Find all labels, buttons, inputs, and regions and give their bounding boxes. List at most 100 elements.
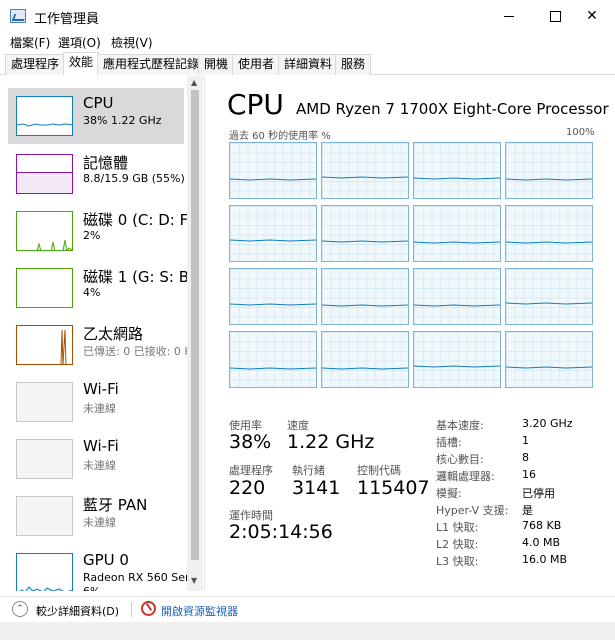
processes-label: 處理程序	[229, 464, 273, 477]
info-value: 已停用	[522, 487, 555, 500]
logical-processor-graph	[413, 142, 501, 199]
resource-wifi[interactable]: Wi-Fi 未連線	[8, 431, 184, 487]
memory-thumbnail-graph	[16, 154, 73, 194]
resource-name: 乙太網路	[83, 325, 144, 343]
tab-services[interactable]: 服務	[335, 54, 372, 75]
info-value: 768 KB	[522, 519, 562, 532]
resource-name: Wi-Fi	[83, 437, 119, 455]
tab-startup[interactable]: 開機	[198, 54, 235, 75]
scroll-up-arrow-icon[interactable]: ▲	[191, 78, 197, 87]
logical-processor-graphs	[229, 142, 593, 388]
cpu-thumbnail-graph	[16, 96, 73, 136]
resource-wifi[interactable]: Wi-Fi 未連線	[8, 374, 184, 430]
resource-subtitle: 38% 1.22 GHz	[83, 114, 162, 127]
resource-subtitle: 8.8/15.9 GB (55%)	[83, 172, 185, 185]
logical-processor-graph	[413, 331, 501, 388]
resource-list: CPU 38% 1.22 GHz 記憶體 8.8/15.9 GB (55%) 磁…	[0, 76, 205, 591]
info-key: 插槽:	[436, 436, 462, 449]
menu-view[interactable]: 檢視(V)	[111, 34, 153, 51]
menu-bar: 檔案(F) 選項(O) 檢視(V)	[0, 32, 615, 52]
logical-processor-graph	[229, 142, 317, 199]
threads-value: 3141	[292, 477, 341, 499]
chevron-up-icon[interactable]: ⌃	[12, 601, 28, 617]
tab-processes[interactable]: 處理程序	[5, 54, 66, 75]
wifi-thumbnail-graph	[16, 439, 73, 479]
info-value: 3.20 GHz	[522, 417, 573, 430]
menu-file[interactable]: 檔案(F)	[10, 34, 50, 51]
resource-name: 磁碟 1 (G: S: B:	[83, 268, 195, 286]
resource-subtitle: 未連線	[83, 402, 116, 415]
logical-processor-graph	[229, 331, 317, 388]
logical-processor-graph	[413, 268, 501, 325]
resource-ethernet[interactable]: 乙太網路 已傳送: 0 已接收: 0 K	[8, 317, 192, 373]
open-resource-monitor-link[interactable]: 開啟資源監視器	[161, 603, 238, 619]
scroll-thumb[interactable]	[191, 90, 199, 560]
tab-details[interactable]: 詳細資料	[278, 54, 339, 75]
logical-processor-graph	[229, 268, 317, 325]
cpu-model: AMD Ryzen 7 1700X Eight-Core Processor	[296, 100, 609, 118]
resource-name: Wi-Fi	[83, 380, 119, 398]
handles-label: 控制代碼	[357, 464, 401, 477]
resource-memory[interactable]: 記憶體 8.8/15.9 GB (55%)	[8, 146, 185, 202]
resource-disk-0[interactable]: 磁碟 0 (C: D: F:) 2%	[8, 203, 198, 259]
resource-usage: 6%	[83, 585, 100, 591]
resource-gpu[interactable]: GPU 0 Radeon RX 560 Ser 6%	[8, 545, 190, 591]
info-key: L2 快取:	[436, 538, 479, 551]
fewer-details-link[interactable]: 較少詳細資料(D)	[36, 603, 119, 619]
disk-thumbnail-graph	[16, 268, 73, 308]
logical-processor-graph	[413, 205, 501, 262]
info-key: 核心數目:	[436, 453, 484, 466]
info-value: 4.0 MB	[522, 536, 561, 549]
logical-processor-graph	[321, 268, 409, 325]
tab-app-history[interactable]: 應用程式歷程記錄	[97, 54, 206, 75]
uptime-value: 2:05:14:56	[229, 521, 333, 543]
title-bar: 工作管理員 ✕	[0, 0, 615, 32]
utilization-value: 38%	[229, 431, 272, 453]
disk-thumbnail-graph	[16, 211, 73, 251]
resource-monitor-icon[interactable]	[141, 601, 156, 616]
info-key: 模擬:	[436, 487, 462, 500]
resource-cpu[interactable]: CPU 38% 1.22 GHz	[8, 88, 184, 144]
wifi-thumbnail-graph	[16, 382, 73, 422]
page-title: CPU	[227, 88, 284, 121]
logical-processor-graph	[321, 142, 409, 199]
logical-processor-graph	[505, 268, 593, 325]
window-bottom-edge	[0, 622, 615, 640]
resource-list-scrollbar[interactable]: ▲ ▼	[187, 76, 203, 591]
resource-bluetooth-pan[interactable]: 藍牙 PAN 未連線	[8, 488, 184, 544]
resource-name: CPU	[83, 94, 114, 112]
close-button[interactable]: ✕	[569, 0, 615, 32]
resource-subtitle: 未連線	[83, 516, 116, 529]
graph-caption: 過去 60 秒的使用率 %	[229, 131, 331, 142]
resource-subtitle: 未連線	[83, 459, 116, 472]
window-title: 工作管理員	[34, 12, 100, 27]
logical-processor-graph	[505, 331, 593, 388]
logical-processor-graph	[505, 205, 593, 262]
tab-performance[interactable]: 效能	[63, 52, 100, 76]
logical-processor-graph	[321, 331, 409, 388]
info-key: Hyper-V 支援:	[436, 504, 509, 517]
logical-processor-graph	[321, 205, 409, 262]
logical-processor-graph	[229, 205, 317, 262]
footer: ⌃ 較少詳細資料(D) 開啟資源監視器	[0, 596, 615, 622]
menu-options[interactable]: 選項(O)	[58, 34, 101, 51]
gpu-thumbnail-graph	[16, 553, 73, 591]
info-key: 邏輯處理器:	[436, 470, 495, 483]
scroll-down-arrow-icon[interactable]: ▼	[191, 576, 197, 585]
ethernet-thumbnail-graph	[16, 325, 73, 365]
footer-divider	[131, 602, 132, 617]
info-key: L1 快取:	[436, 521, 479, 534]
info-value: 16.0 MB	[522, 553, 568, 566]
resource-name: 藍牙 PAN	[83, 496, 148, 514]
logical-processor-graph	[505, 142, 593, 199]
tab-users[interactable]: 使用者	[232, 54, 281, 75]
info-key: L3 快取:	[436, 555, 479, 568]
handles-value: 115407	[357, 477, 430, 499]
resource-disk-1[interactable]: 磁碟 1 (G: S: B: 4%	[8, 260, 194, 316]
minimize-button[interactable]	[486, 0, 532, 32]
info-value: 8	[522, 451, 529, 464]
graph-max-label: 100%	[566, 127, 595, 138]
info-value: 1	[522, 434, 529, 447]
resource-name: 磁碟 0 (C: D: F:)	[83, 211, 198, 229]
processes-value: 220	[229, 477, 266, 499]
